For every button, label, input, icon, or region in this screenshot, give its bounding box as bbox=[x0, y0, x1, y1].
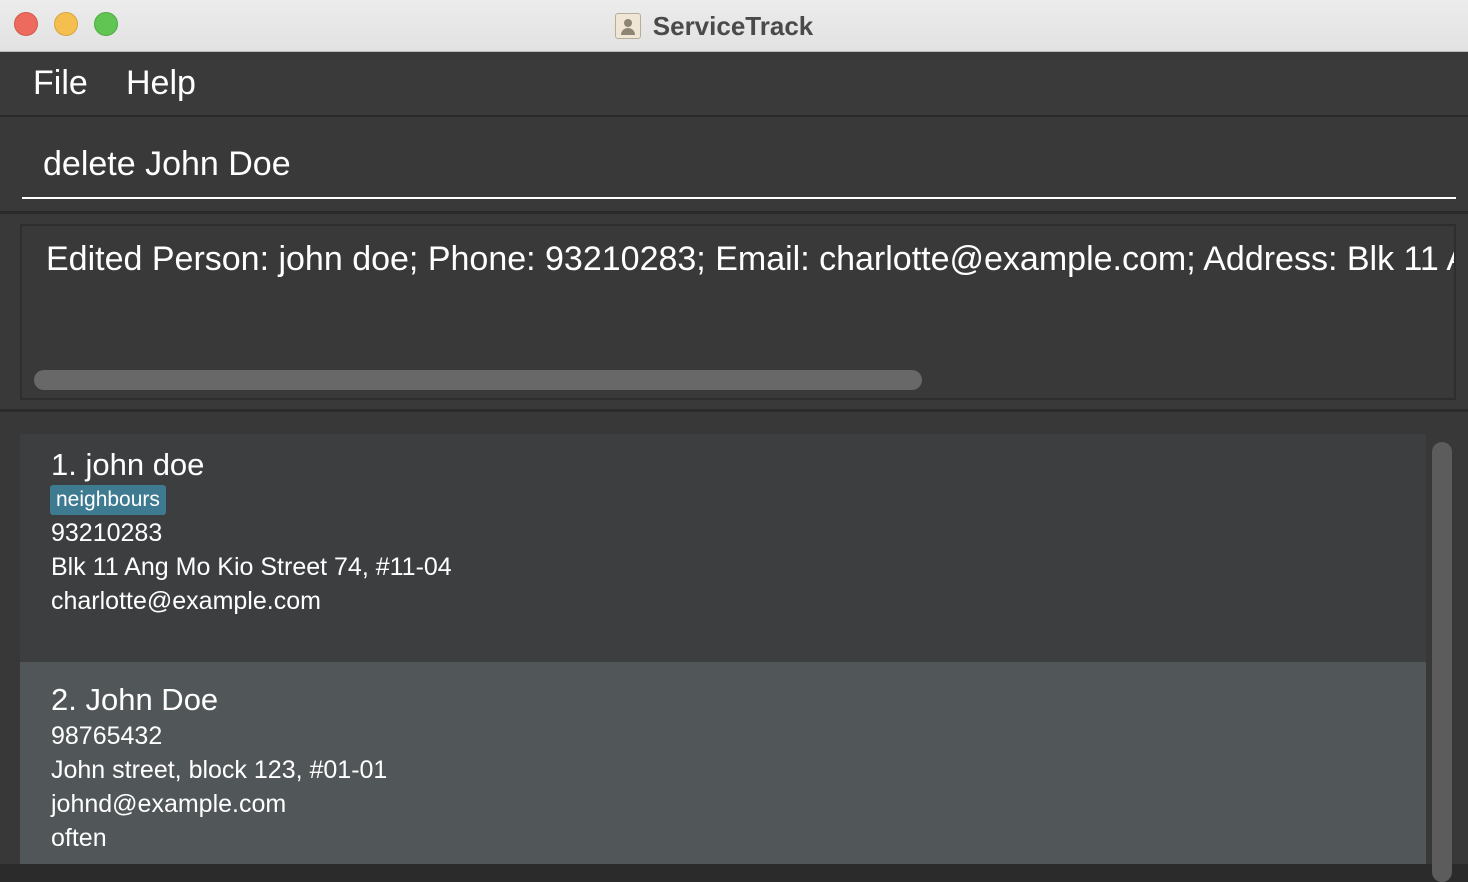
command-box-section bbox=[0, 117, 1468, 214]
window-title-group: ServiceTrack bbox=[0, 0, 1468, 52]
person-list-scrollbar[interactable] bbox=[1432, 442, 1452, 882]
person-name: 1. john doe bbox=[51, 447, 205, 482]
menu-file[interactable]: File bbox=[33, 64, 88, 103]
result-display[interactable]: Edited Person: john doe; Phone: 93210283… bbox=[20, 224, 1456, 400]
result-horizontal-scrollbar[interactable] bbox=[34, 370, 922, 390]
person-card[interactable]: 1. john doe neighbours 93210283 Blk 11 A… bbox=[20, 434, 1426, 662]
person-card[interactable]: 2. John Doe 98765432 John street, block … bbox=[20, 662, 1426, 864]
person-email: johnd@example.com bbox=[51, 790, 287, 818]
person-address: Blk 11 Ang Mo Kio Street 74, #11-04 bbox=[51, 553, 452, 581]
tag-badge: neighbours bbox=[50, 485, 166, 515]
person-address: John street, block 123, #01-01 bbox=[51, 756, 388, 784]
person-phone: 98765432 bbox=[51, 722, 163, 750]
result-message: Edited Person: john doe; Phone: 93210283… bbox=[46, 240, 1454, 278]
person-email: charlotte@example.com bbox=[51, 587, 321, 615]
menu-help[interactable]: Help bbox=[126, 64, 196, 103]
window-title-bar: ServiceTrack bbox=[0, 0, 1468, 52]
person-name: 2. John Doe bbox=[51, 682, 219, 717]
person-phone: 93210283 bbox=[51, 519, 163, 547]
menu-bar: File Help bbox=[0, 52, 1468, 117]
person-frequency: often bbox=[51, 824, 107, 852]
command-input[interactable] bbox=[22, 131, 1456, 199]
result-display-section: Edited Person: john doe; Phone: 93210283… bbox=[0, 214, 1468, 412]
address-book-icon bbox=[614, 13, 641, 39]
window-title: ServiceTrack bbox=[652, 10, 814, 41]
